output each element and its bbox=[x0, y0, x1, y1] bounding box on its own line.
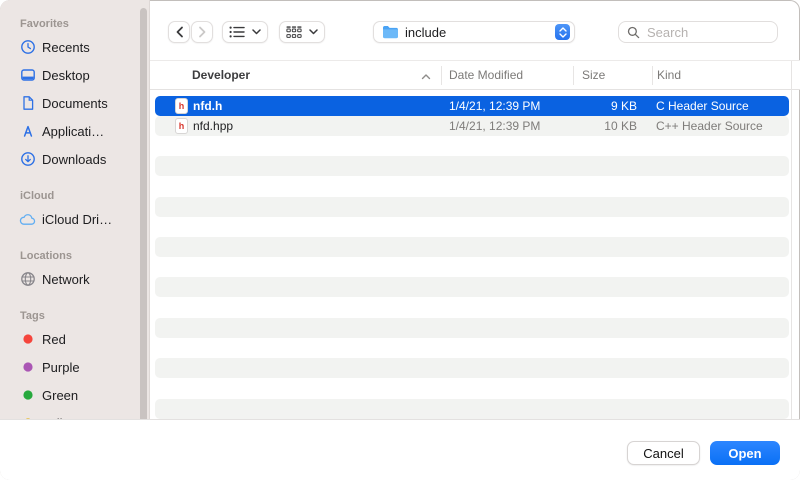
list-row-empty bbox=[155, 197, 789, 217]
footer-bar: Cancel Open bbox=[0, 419, 800, 480]
chevron-left-icon bbox=[175, 26, 184, 38]
folder-select[interactable]: include bbox=[373, 21, 575, 43]
folder-icon bbox=[382, 25, 399, 39]
sidebar-section-header: Tags bbox=[20, 308, 45, 324]
globe-icon bbox=[19, 270, 37, 288]
cell-size: 9 KB bbox=[553, 96, 637, 116]
column-header-date[interactable]: Date Modified bbox=[449, 61, 523, 89]
list-right-border bbox=[791, 61, 792, 419]
search-field[interactable] bbox=[618, 21, 778, 43]
open-dialog-window: Favorites Recents Desktop Documents Applicat… bbox=[0, 0, 800, 480]
sidebar-item-label: Red bbox=[42, 332, 66, 347]
sidebar-item-documents[interactable]: Documents bbox=[14, 89, 142, 117]
stepper-icon bbox=[555, 24, 570, 40]
magnifier-icon bbox=[627, 26, 640, 39]
sidebar-item-label: Documents bbox=[42, 96, 108, 111]
list-row-empty bbox=[155, 358, 789, 378]
sidebar-item-label: Network bbox=[42, 272, 90, 287]
list-row-empty bbox=[155, 338, 789, 358]
list-row-empty bbox=[155, 277, 789, 297]
cancel-button[interactable]: Cancel bbox=[627, 441, 700, 465]
sidebar-item-label: Purple bbox=[42, 360, 80, 375]
group-view-icon bbox=[286, 26, 302, 39]
column-header-size[interactable]: Size bbox=[582, 61, 605, 89]
desktop-icon bbox=[19, 66, 37, 84]
download-icon bbox=[19, 150, 37, 168]
sidebar-item-red[interactable]: Red bbox=[14, 325, 142, 353]
sidebar-item-label: Recents bbox=[42, 40, 90, 55]
list-row-empty bbox=[155, 257, 789, 277]
tag-dot-icon bbox=[19, 330, 37, 348]
tag-dot-icon bbox=[19, 386, 37, 404]
header-file-icon: h bbox=[175, 98, 188, 114]
sort-ascending-icon bbox=[421, 62, 431, 90]
chevron-right-icon bbox=[198, 26, 207, 38]
list-view-button[interactable] bbox=[222, 21, 268, 43]
sidebar-scrollbar[interactable] bbox=[140, 8, 147, 458]
list-view-icon bbox=[229, 26, 245, 38]
sidebar-item-icloud-dri[interactable]: iCloud Dri… bbox=[14, 205, 142, 233]
file-row-nfd-hpp[interactable]: hnfd.hpp1/4/21, 12:39 PM10 KBC++ Header … bbox=[155, 116, 789, 136]
sidebar-item-label: Applicati… bbox=[42, 124, 104, 139]
cell-kind: C++ Header Source bbox=[656, 116, 786, 136]
back-button[interactable] bbox=[168, 21, 190, 43]
sidebar-item-desktop[interactable]: Desktop bbox=[14, 61, 142, 89]
forward-button[interactable] bbox=[191, 21, 213, 43]
column-header-kind[interactable]: Kind bbox=[657, 61, 681, 89]
file-list: hnfd.h1/4/21, 12:39 PM9 KBC Header Sourc… bbox=[150, 90, 791, 419]
sidebar-section-header: iCloud bbox=[20, 188, 54, 204]
sidebar-item-label: iCloud Dri… bbox=[42, 212, 112, 227]
sidebar-item-network[interactable]: Network bbox=[14, 265, 142, 293]
tag-dot-icon bbox=[19, 358, 37, 376]
file-row-nfd-h[interactable]: hnfd.h1/4/21, 12:39 PM9 KBC Header Sourc… bbox=[155, 96, 789, 116]
list-row-empty bbox=[155, 399, 789, 419]
sidebar-item-label: Desktop bbox=[42, 68, 90, 83]
cell-name: nfd.hpp bbox=[193, 116, 443, 136]
sidebar: Favorites Recents Desktop Documents Applicat… bbox=[0, 0, 150, 480]
header-file-icon: h bbox=[175, 118, 188, 134]
folder-select-value: include bbox=[405, 25, 555, 40]
group-view-button[interactable] bbox=[279, 21, 325, 43]
cell-kind: C Header Source bbox=[656, 96, 786, 116]
sidebar-item-green[interactable]: Green bbox=[14, 381, 142, 409]
appstore-icon bbox=[19, 122, 37, 140]
sidebar-item-purple[interactable]: Purple bbox=[14, 353, 142, 381]
list-row-empty bbox=[155, 156, 789, 176]
cell-size: 10 KB bbox=[553, 116, 637, 136]
sidebar-item-label: Downloads bbox=[42, 152, 106, 167]
list-row-empty bbox=[155, 378, 789, 398]
list-row-empty bbox=[155, 176, 789, 196]
chevron-down-icon bbox=[309, 29, 318, 35]
list-row-empty bbox=[155, 136, 789, 156]
column-divider bbox=[573, 66, 574, 85]
table-header: Developer Date Modified Size Kind bbox=[150, 61, 800, 90]
column-divider bbox=[441, 66, 442, 85]
column-header-name[interactable]: Developer bbox=[192, 61, 250, 89]
list-row-empty bbox=[155, 298, 789, 318]
cloud-icon bbox=[19, 210, 37, 228]
clock-icon bbox=[19, 38, 37, 56]
list-row-empty bbox=[155, 318, 789, 338]
chevron-down-icon bbox=[252, 29, 261, 35]
list-row-empty bbox=[155, 237, 789, 257]
document-icon bbox=[19, 94, 37, 112]
sidebar-item-recents[interactable]: Recents bbox=[14, 33, 142, 61]
list-row-empty bbox=[155, 217, 789, 237]
sidebar-section-header: Locations bbox=[20, 248, 72, 264]
sidebar-item-applicati[interactable]: Applicati… bbox=[14, 117, 142, 145]
sidebar-item-label: Green bbox=[42, 388, 78, 403]
sidebar-section-header: Favorites bbox=[20, 16, 69, 32]
search-input[interactable] bbox=[645, 24, 759, 41]
open-button[interactable]: Open bbox=[710, 441, 780, 465]
cell-name: nfd.h bbox=[193, 96, 443, 116]
column-divider bbox=[652, 66, 653, 85]
sidebar-item-downloads[interactable]: Downloads bbox=[14, 145, 142, 173]
